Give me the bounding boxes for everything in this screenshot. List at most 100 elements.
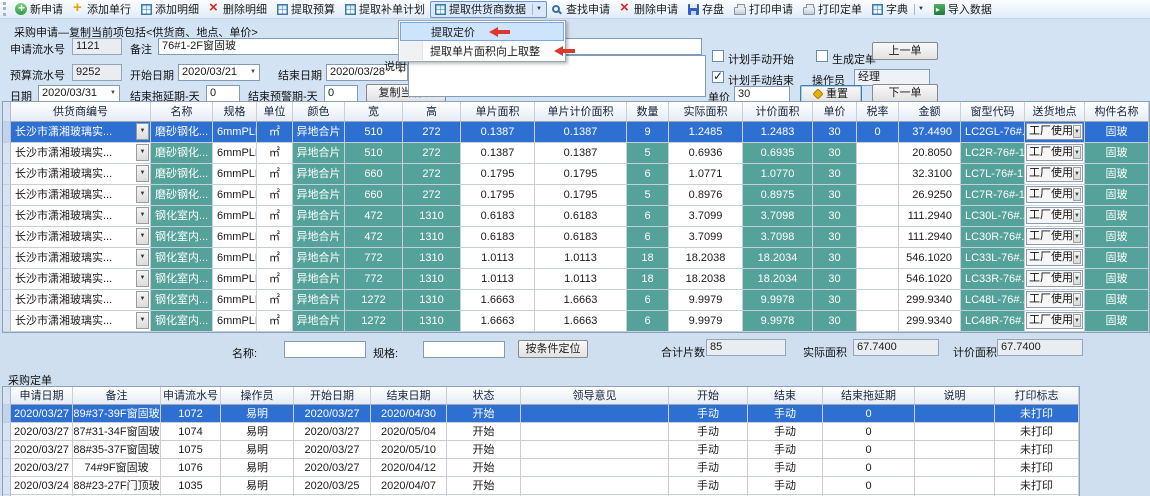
row-selector-gutter[interactable] — [3, 290, 11, 311]
grid-cell[interactable]: 546.1020 — [899, 269, 961, 290]
grid-cell[interactable] — [915, 405, 995, 423]
grid-cell[interactable]: 异地合片 — [293, 164, 345, 185]
grid-cell[interactable]: 2020/03/27 — [11, 405, 73, 423]
grid-cell[interactable]: 472 — [345, 227, 403, 248]
grid-cell[interactable]: 88#35-37F窗固玻 — [73, 441, 161, 459]
grid-cell[interactable]: 异地合片 — [293, 248, 345, 269]
row-selector-gutter[interactable] — [3, 227, 11, 248]
grid-cell[interactable]: ▼长沙市潇湘玻璃实... — [11, 290, 151, 311]
grid-cell[interactable]: 1076 — [161, 459, 221, 477]
table-row[interactable]: ▼长沙市潇湘玻璃实...钢化室内...6mmPLE...㎡异地合片4721310… — [3, 227, 1149, 248]
grid-cell[interactable]: 18 — [627, 269, 669, 290]
toolbar-button-11[interactable]: 打印定单 — [798, 1, 867, 18]
next-order-button[interactable]: 下一单 — [872, 84, 938, 102]
grid-cell[interactable]: LC48L-76#... — [961, 290, 1025, 311]
grid-cell[interactable]: 30 — [813, 206, 857, 227]
table-row[interactable]: 2020/03/2787#31-34F窗固玻1074易明2020/03/2720… — [3, 423, 1079, 441]
grid-cell[interactable]: 2020/03/27 — [11, 459, 73, 477]
grid-cell[interactable]: 固玻 — [1085, 227, 1149, 248]
grid-cell[interactable] — [915, 459, 995, 477]
grid-cell[interactable]: 87#31-34F窗固玻 — [73, 423, 161, 441]
table-row[interactable]: ▼长沙市潇湘玻璃实...磨砂钢化...6mmPLE...㎡异地合片5102720… — [3, 122, 1149, 143]
column-header[interactable]: 开始日期 — [294, 387, 371, 405]
grid-cell[interactable]: 0.1387 — [461, 143, 535, 164]
grid-cell[interactable]: 手动 — [748, 459, 823, 477]
column-header[interactable]: 规格 — [213, 102, 257, 122]
grid-cell[interactable] — [857, 164, 899, 185]
grid-cell[interactable]: 1075 — [161, 441, 221, 459]
grid-cell[interactable]: 660 — [345, 164, 403, 185]
table-row[interactable]: ▼长沙市潇湘玻璃实...磨砂钢化...6mmPLE...㎡异地合片5102720… — [3, 143, 1149, 164]
grid-cell[interactable] — [857, 311, 899, 332]
grid-cell[interactable] — [915, 441, 995, 459]
column-header[interactable]: 打印标志 — [995, 387, 1079, 405]
grid-cell[interactable]: LC33R-76#... — [961, 269, 1025, 290]
grid-cell[interactable]: 0.1795 — [461, 164, 535, 185]
grid-cell[interactable]: 1310 — [403, 206, 461, 227]
grid-cell[interactable]: 固玻 — [1085, 248, 1149, 269]
grid-cell[interactable] — [857, 185, 899, 206]
grid-cell[interactable]: ▼长沙市潇湘玻璃实... — [11, 206, 151, 227]
grid-cell[interactable]: ▼长沙市潇湘玻璃实... — [11, 185, 151, 206]
grid-cell[interactable]: 9.9979 — [669, 311, 743, 332]
grid-cell[interactable]: 1072 — [161, 405, 221, 423]
grid-cell[interactable]: 1310 — [403, 227, 461, 248]
toolbar-button-2[interactable]: 添加明细 — [136, 1, 204, 18]
grid-cell[interactable]: 30 — [813, 164, 857, 185]
grid-cell[interactable]: 510 — [345, 122, 403, 143]
grid-cell[interactable]: 0.1387 — [535, 122, 627, 143]
toolbar-button-4[interactable]: 提取预算 — [272, 1, 340, 18]
grid-cell[interactable]: ▼长沙市潇湘玻璃实... — [11, 269, 151, 290]
grid-cell[interactable]: 6mmPLE... — [213, 269, 257, 290]
grid-cell[interactable]: 异地合片 — [293, 185, 345, 206]
grid-cell[interactable]: 2020/04/07 — [371, 477, 447, 495]
grid-cell[interactable]: 0.6183 — [461, 227, 535, 248]
grid-cell[interactable]: 3.7099 — [669, 227, 743, 248]
row-selector-gutter[interactable] — [3, 311, 11, 332]
grid-cell[interactable]: LC30L-76#... — [961, 206, 1025, 227]
column-header[interactable]: 状态 — [447, 387, 521, 405]
grid-cell[interactable]: 3.7098 — [743, 206, 813, 227]
table-row[interactable]: ▼长沙市潇湘玻璃实...钢化室内...6mmPLE...㎡异地合片1272131… — [3, 290, 1149, 311]
grid-cell[interactable]: 固玻 — [1085, 185, 1149, 206]
grid-cell[interactable]: 钢化室内... — [151, 248, 213, 269]
grid-cell[interactable]: 0 — [823, 477, 915, 495]
grid-cell[interactable]: 6 — [627, 290, 669, 311]
grid-cell[interactable]: 磨砂钢化... — [151, 143, 213, 164]
grid-cell[interactable]: 0.1795 — [535, 164, 627, 185]
grid-cell[interactable] — [521, 441, 669, 459]
grid-cell[interactable]: 6mmPLE... — [213, 122, 257, 143]
column-header[interactable]: 窗型代码 — [961, 102, 1025, 122]
grid-cell[interactable]: 30 — [813, 248, 857, 269]
grid-cell[interactable]: 开始 — [447, 459, 521, 477]
table-row[interactable]: ▼长沙市潇湘玻璃实...钢化室内...6mmPLE...㎡异地合片7721310… — [3, 269, 1149, 290]
grid-cell[interactable]: 易明 — [221, 405, 294, 423]
grid-cell[interactable]: 未打印 — [995, 423, 1079, 441]
grid-cell[interactable]: 0.6183 — [535, 227, 627, 248]
chevron-down-icon[interactable]: ▼ — [136, 291, 149, 308]
grid-cell[interactable]: ㎡ — [257, 143, 293, 164]
grid-cell[interactable]: 手动 — [669, 477, 748, 495]
chevron-down-icon[interactable]: ▼ — [136, 249, 149, 266]
row-selector-gutter[interactable] — [3, 459, 11, 477]
grid-cell[interactable]: 1.6663 — [535, 290, 627, 311]
grid-cell[interactable]: 开始 — [447, 441, 521, 459]
grid-cell[interactable]: 18 — [627, 248, 669, 269]
ship-location-select[interactable]: 工厂使用▼ — [1026, 186, 1083, 203]
grid-cell[interactable]: 510 — [345, 143, 403, 164]
chevron-down-icon[interactable]: ▼ — [136, 165, 149, 182]
grid-cell[interactable]: 开始 — [447, 405, 521, 423]
grid-cell[interactable]: 0.1387 — [461, 122, 535, 143]
grid-cell[interactable]: 2020/03/27 — [294, 441, 371, 459]
grid-cell[interactable]: 0.1387 — [535, 143, 627, 164]
grid-cell[interactable]: ㎡ — [257, 311, 293, 332]
grid-cell[interactable]: 472 — [345, 206, 403, 227]
grid-cell[interactable]: 9.9978 — [743, 290, 813, 311]
grid-cell[interactable]: 6mmPLE... — [213, 290, 257, 311]
grid-cell[interactable]: 30 — [813, 290, 857, 311]
grid-cell[interactable]: ㎡ — [257, 290, 293, 311]
row-selector-gutter[interactable] — [3, 269, 11, 290]
row-selector-gutter[interactable] — [3, 405, 11, 423]
grid-cell[interactable]: 18.2034 — [743, 269, 813, 290]
ship-location-select[interactable]: 工厂使用▼ — [1026, 123, 1083, 140]
